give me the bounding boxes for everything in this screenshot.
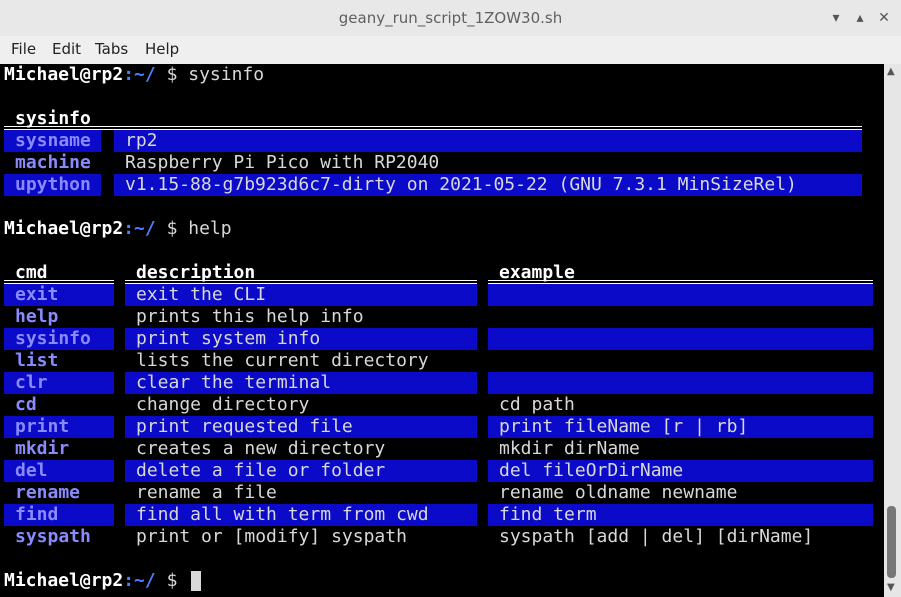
help-description: prints this help info bbox=[136, 306, 364, 327]
menu-file[interactable]: File bbox=[11, 40, 36, 58]
prompt-line: Michael@rp2:~/ $ bbox=[4, 570, 188, 592]
terminal-cursor bbox=[191, 571, 201, 591]
help-description: print or [modify] syspath bbox=[136, 526, 407, 547]
help-example bbox=[488, 306, 873, 328]
sysinfo-value: rp2 bbox=[114, 130, 862, 152]
terminal-output[interactable]: Michael@rp2:~/ $ sysinfo sysinfo sysname… bbox=[0, 64, 884, 597]
prompt-symbol: $ bbox=[155, 570, 189, 591]
help-example: print fileName [r | rb] bbox=[488, 416, 873, 438]
help-example bbox=[488, 328, 873, 350]
help-cmd: clr bbox=[4, 372, 114, 394]
sysinfo-key: sysname bbox=[4, 130, 101, 152]
help-example bbox=[488, 284, 873, 306]
prompt-user: Michael@rp2 bbox=[4, 218, 124, 239]
help-cmd: help bbox=[15, 306, 59, 327]
title-bar: geany_run_script_1ZOW30.sh ▾ ▴ ✕ bbox=[0, 0, 901, 37]
help-example bbox=[488, 350, 873, 372]
help-cmd: list bbox=[15, 350, 59, 371]
scroll-up-icon[interactable]: ▲ bbox=[887, 66, 895, 77]
header-rule bbox=[488, 280, 873, 281]
sysinfo-key: upython bbox=[4, 174, 101, 196]
command-text: help bbox=[188, 218, 232, 239]
help-description: exit the CLI bbox=[125, 284, 477, 306]
prompt-user: Michael@rp2 bbox=[4, 64, 124, 85]
maximize-icon[interactable]: ▴ bbox=[850, 8, 870, 28]
vertical-scrollbar[interactable]: ▲ ▼ bbox=[884, 64, 901, 597]
help-cmd: find bbox=[4, 504, 114, 526]
menu-bar: File Edit Tabs Help bbox=[0, 36, 901, 65]
help-example bbox=[488, 372, 873, 394]
help-example: syspath [add | del] [dirName] bbox=[499, 526, 814, 547]
help-example: rename oldname newname bbox=[499, 482, 738, 503]
window-title: geany_run_script_1ZOW30.sh bbox=[338, 9, 563, 27]
help-cmd: rename bbox=[15, 482, 81, 503]
prompt-path: :~/ bbox=[123, 218, 156, 239]
header-rule bbox=[4, 126, 862, 127]
help-description: rename a file bbox=[136, 482, 277, 503]
minimize-icon[interactable]: ▾ bbox=[826, 8, 846, 28]
help-example: del fileOrDirName bbox=[488, 460, 873, 482]
prompt-symbol: $ bbox=[155, 218, 189, 239]
close-icon[interactable]: ✕ bbox=[874, 8, 894, 28]
scrollbar-thumb[interactable] bbox=[887, 506, 896, 578]
header-rule bbox=[4, 280, 114, 281]
help-description: clear the terminal bbox=[125, 372, 477, 394]
help-cmd: print bbox=[4, 416, 114, 438]
prompt-user: Michael@rp2 bbox=[4, 570, 124, 591]
prompt-line: Michael@rp2:~/ $ help bbox=[4, 218, 232, 240]
command-text: sysinfo bbox=[188, 64, 265, 85]
scroll-down-icon[interactable]: ▼ bbox=[887, 582, 895, 593]
sysinfo-value: v1.15-88-g7b923d6c7-dirty on 2021-05-22 … bbox=[114, 174, 862, 196]
header-rule bbox=[125, 280, 477, 281]
help-description: find all with term from cwd bbox=[125, 504, 477, 526]
prompt-symbol: $ bbox=[155, 64, 189, 85]
help-example: mkdir dirName bbox=[499, 438, 640, 459]
sysinfo-key: machine bbox=[15, 152, 91, 173]
help-cmd: sysinfo bbox=[4, 328, 114, 350]
help-cmd: exit bbox=[4, 284, 114, 306]
help-cmd: mkdir bbox=[15, 438, 70, 459]
sysinfo-value: Raspberry Pi Pico with RP2040 bbox=[125, 152, 440, 173]
help-description: creates a new directory bbox=[136, 438, 386, 459]
help-description: change directory bbox=[136, 394, 310, 415]
help-description: print system info bbox=[125, 328, 477, 350]
prompt-line: Michael@rp2:~/ $ sysinfo bbox=[4, 64, 264, 86]
help-cmd: cd bbox=[15, 394, 37, 415]
help-cmd: del bbox=[4, 460, 114, 482]
menu-edit[interactable]: Edit bbox=[52, 40, 81, 58]
prompt-path: :~/ bbox=[123, 64, 156, 85]
help-description: delete a file or folder bbox=[125, 460, 477, 482]
menu-tabs[interactable]: Tabs bbox=[95, 40, 128, 58]
prompt-path: :~/ bbox=[123, 570, 156, 591]
help-description: print requested file bbox=[125, 416, 477, 438]
menu-help[interactable]: Help bbox=[145, 40, 179, 58]
help-example: find term bbox=[488, 504, 873, 526]
help-example: cd path bbox=[499, 394, 575, 415]
help-description: lists the current directory bbox=[136, 350, 429, 371]
help-cmd: syspath bbox=[15, 526, 91, 547]
